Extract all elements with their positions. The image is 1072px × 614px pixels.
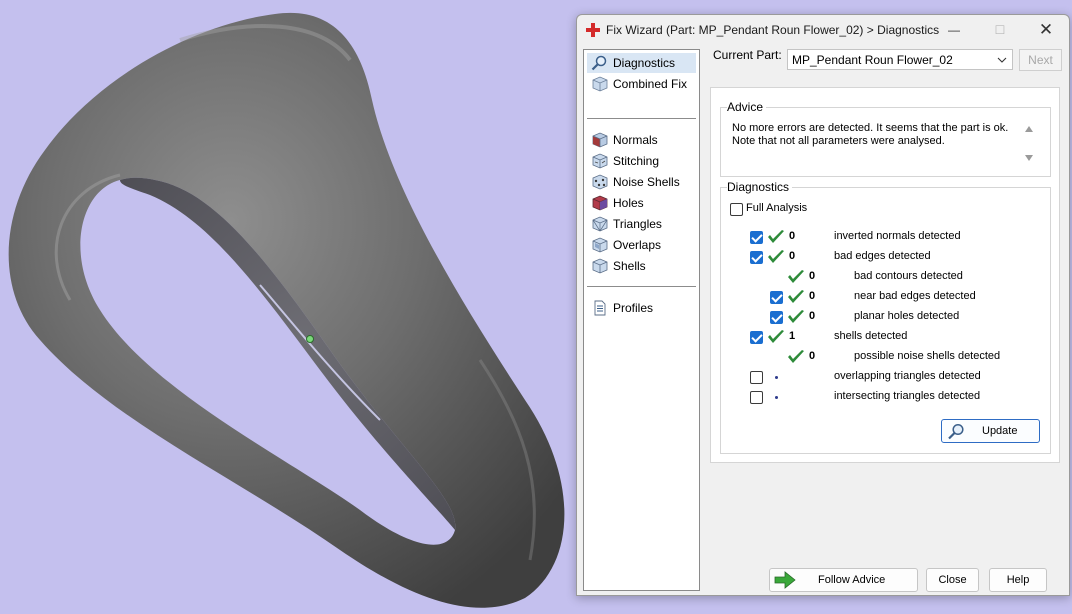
green-arrow-icon bbox=[774, 571, 796, 589]
diagnostic-count: 1 bbox=[789, 330, 796, 342]
update-label: Update bbox=[982, 425, 1018, 437]
fix-wizard-dialog: Fix Wizard (Part: MP_Pendant Roun Flower… bbox=[576, 14, 1070, 596]
nav-separator bbox=[587, 286, 696, 287]
full-analysis-checkbox[interactable] bbox=[730, 203, 743, 216]
diagnostic-label: intersecting triangles detected bbox=[834, 390, 981, 402]
triangles-cube-icon bbox=[592, 216, 608, 232]
scroll-up-icon bbox=[1025, 126, 1033, 132]
close-window-button[interactable]: ✕ bbox=[1023, 15, 1069, 45]
advice-group-title: Advice bbox=[727, 100, 767, 114]
diagnostic-checkbox[interactable] bbox=[750, 391, 763, 404]
diagnostic-count: 0 bbox=[809, 350, 816, 362]
nav-item-profiles[interactable]: Profiles bbox=[587, 298, 696, 318]
document-icon bbox=[594, 300, 606, 316]
diagnostic-label: possible noise shells detected bbox=[854, 350, 1001, 362]
nav-label: Holes bbox=[613, 196, 644, 210]
diagnostic-label: shells detected bbox=[834, 330, 908, 342]
nav-item-diagnostics[interactable]: Diagnostics bbox=[587, 53, 696, 73]
window-title: Fix Wizard (Part: MP_Pendant Roun Flower… bbox=[606, 23, 940, 37]
nav-item-combined-fix[interactable]: Combined Fix bbox=[587, 74, 696, 94]
diagnostic-label: bad contours detected bbox=[854, 270, 963, 282]
diagnostic-checkbox[interactable] bbox=[750, 231, 763, 244]
nav-label: Stitching bbox=[613, 154, 660, 168]
noise-shells-icon bbox=[592, 174, 608, 190]
pending-dot-icon bbox=[775, 396, 778, 399]
diagnostic-label: inverted normals detected bbox=[834, 230, 961, 242]
red-cross-icon bbox=[586, 23, 600, 37]
nav-label: Noise Shells bbox=[613, 175, 680, 189]
magnifier-icon bbox=[948, 423, 964, 440]
diagnostic-label: planar holes detected bbox=[854, 310, 960, 322]
current-part-value: MP_Pendant Roun Flower_02 bbox=[792, 53, 953, 67]
close-button[interactable]: Close bbox=[926, 568, 979, 592]
diagnostic-checkbox[interactable] bbox=[770, 291, 783, 304]
nav-label: Profiles bbox=[613, 301, 654, 315]
diagnostics-group-title: Diagnostics bbox=[727, 180, 793, 194]
diagnostic-checkbox[interactable] bbox=[770, 311, 783, 324]
cube-icon bbox=[592, 76, 608, 92]
green-check-icon bbox=[768, 250, 784, 263]
green-check-icon bbox=[788, 290, 804, 303]
nav-label: Normals bbox=[613, 133, 658, 147]
green-check-icon bbox=[788, 270, 804, 283]
holes-cube-icon bbox=[592, 195, 608, 211]
magnifier-icon bbox=[591, 55, 607, 71]
wizard-step-list: Diagnostics Combined Fix Normals Stitchi… bbox=[583, 49, 700, 591]
next-button[interactable]: Next bbox=[1019, 49, 1062, 71]
nav-label: Shells bbox=[613, 259, 646, 273]
pendant-ring-model bbox=[8, 12, 565, 608]
maximize-button[interactable]: ☐ bbox=[977, 15, 1023, 45]
normals-cube-icon bbox=[592, 132, 608, 148]
advice-line-2: Note that not all parameters were analys… bbox=[732, 135, 945, 147]
nav-item-triangles[interactable]: Triangles bbox=[587, 214, 696, 234]
diagnostic-checkbox[interactable] bbox=[750, 371, 763, 384]
advice-line-1: No more errors are detected. It seems th… bbox=[732, 122, 1009, 134]
advice-scrollbar[interactable] bbox=[1021, 119, 1037, 167]
nav-item-overlaps[interactable]: Overlaps bbox=[587, 235, 696, 255]
nav-label: Triangles bbox=[613, 217, 662, 231]
nav-item-holes[interactable]: Holes bbox=[587, 193, 696, 213]
diagnostic-count: 0 bbox=[809, 310, 816, 322]
diagnostic-count: 0 bbox=[809, 270, 816, 282]
nav-label: Overlaps bbox=[613, 238, 662, 252]
diagnostic-label: near bad edges detected bbox=[854, 290, 976, 302]
diagnostic-count: 0 bbox=[789, 250, 796, 262]
update-button[interactable]: Update bbox=[941, 419, 1040, 443]
chevron-down-icon bbox=[997, 57, 1007, 63]
scroll-down-icon bbox=[1025, 155, 1033, 161]
shells-cube-icon bbox=[592, 258, 608, 274]
green-check-icon bbox=[768, 330, 784, 343]
nav-label: Diagnostics bbox=[613, 56, 676, 70]
diagnostic-count: 0 bbox=[789, 230, 796, 242]
pending-dot-icon bbox=[775, 376, 778, 379]
3d-viewport[interactable] bbox=[0, 0, 575, 614]
help-button[interactable]: Help bbox=[989, 568, 1047, 592]
nav-label: Combined Fix bbox=[613, 77, 688, 91]
diagnostic-count: 0 bbox=[809, 290, 816, 302]
green-check-icon bbox=[788, 350, 804, 363]
diagnostic-checkbox[interactable] bbox=[750, 331, 763, 344]
nav-separator bbox=[587, 118, 696, 119]
current-part-select[interactable]: MP_Pendant Roun Flower_02 bbox=[787, 49, 1013, 70]
overlaps-cube-icon bbox=[592, 237, 608, 253]
diagnostic-label: overlapping triangles detected bbox=[834, 370, 981, 382]
current-part-label: Current Part: bbox=[713, 48, 782, 62]
stitching-cube-icon bbox=[592, 153, 608, 169]
nav-item-noise-shells[interactable]: Noise Shells bbox=[587, 172, 696, 192]
title-bar[interactable]: Fix Wizard (Part: MP_Pendant Roun Flower… bbox=[577, 15, 1069, 45]
green-check-icon bbox=[768, 230, 784, 243]
diagnostic-label: bad edges detected bbox=[834, 250, 931, 262]
nav-item-shells[interactable]: Shells bbox=[587, 256, 696, 276]
green-check-icon bbox=[788, 310, 804, 323]
diagnostic-checkbox[interactable] bbox=[750, 251, 763, 264]
full-analysis-label: Full Analysis bbox=[746, 202, 808, 214]
nav-item-stitching[interactable]: Stitching bbox=[587, 151, 696, 171]
minimize-button[interactable]: — bbox=[931, 15, 977, 45]
follow-advice-label: Follow Advice bbox=[818, 574, 886, 586]
nav-item-normals[interactable]: Normals bbox=[587, 130, 696, 150]
follow-advice-button[interactable]: Follow Advice bbox=[769, 568, 918, 592]
